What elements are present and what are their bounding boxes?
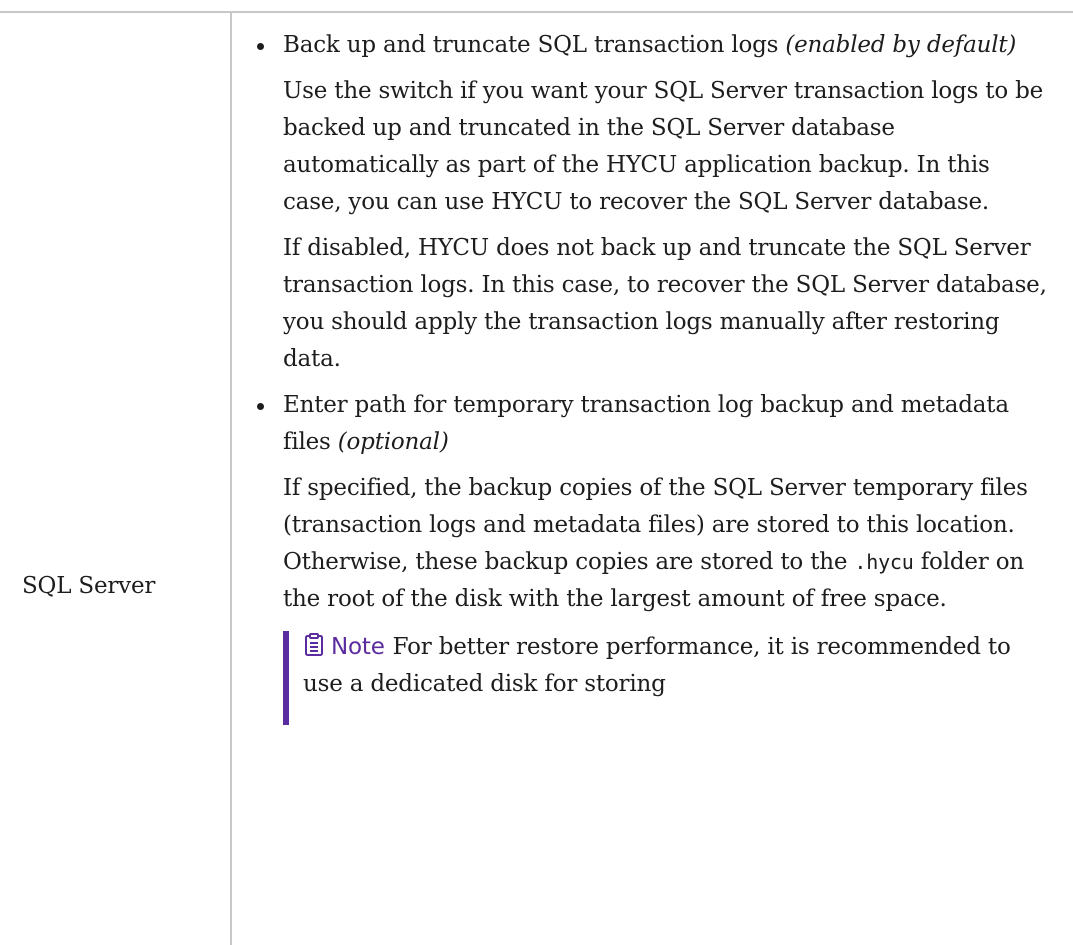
option-optional-note: (optional) [337, 429, 449, 455]
column-divider [230, 13, 232, 945]
option-default-note: (enabled by default) [785, 32, 1017, 58]
option-heading: Enter path for temporary transaction log… [283, 387, 1054, 461]
option-description: Use the switch if you want your SQL Serv… [283, 78, 1044, 215]
note-label: Note [331, 634, 385, 660]
clipboard-note-icon [305, 633, 323, 656]
option-description: If specified, the backup copies of the S… [283, 470, 1054, 618]
option-description: If disabled, HYCU does not back up and t… [283, 235, 1047, 372]
bullet-icon [257, 43, 264, 50]
option-title: Back up and truncate SQL transaction log… [283, 32, 779, 58]
description-text: If specified, the backup copies of the S… [283, 475, 1028, 575]
list-item: Enter path for temporary transaction log… [254, 387, 1054, 725]
note-callout: Note For better restore performance, it i… [283, 629, 1054, 725]
list-item: Back up and truncate SQL transaction log… [254, 27, 1054, 378]
note-text: For better restore performance, it is re… [303, 634, 1011, 697]
note-accent-bar [283, 631, 289, 725]
row-description: Back up and truncate SQL transaction log… [254, 27, 1054, 725]
options-table: SQL Server Back up and truncate SQL tran… [0, 11, 1073, 945]
row-label: SQL Server [22, 573, 156, 599]
bullet-icon [257, 403, 264, 410]
folder-name-code: .hycu [854, 550, 914, 574]
option-heading: Back up and truncate SQL transaction log… [283, 27, 1054, 64]
